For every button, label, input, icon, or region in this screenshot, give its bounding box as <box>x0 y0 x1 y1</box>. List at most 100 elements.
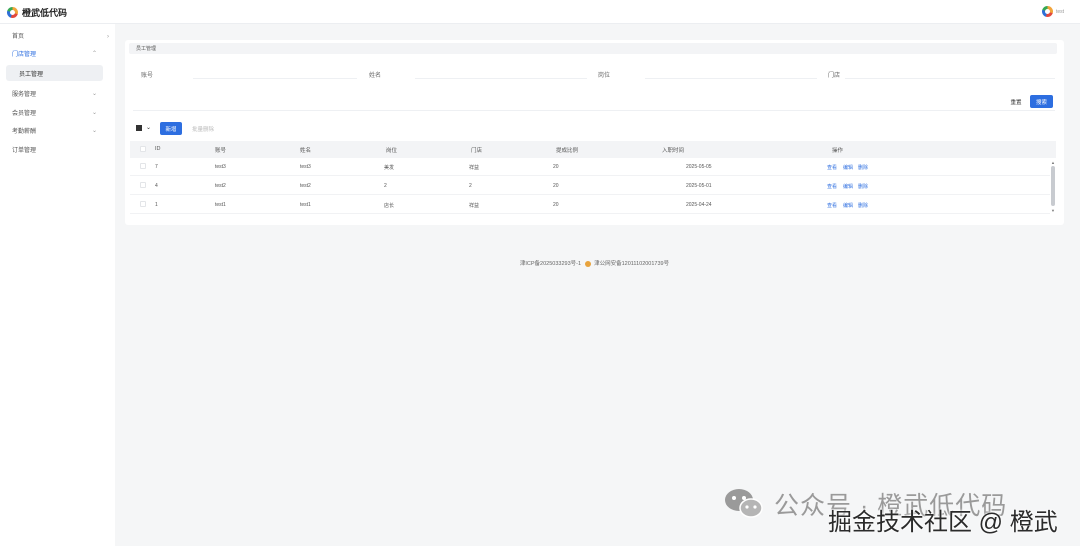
account-input[interactable] <box>193 67 357 79</box>
cell-account: test1 <box>215 202 226 208</box>
sidebar-item-label: 门店管理 <box>12 51 37 58</box>
chevron-up-icon: ⌃ <box>91 50 97 57</box>
table-header: ID 账号 姓名 岗位 门店 提成比例 入职时间 操作 <box>130 141 1056 158</box>
table-row: 1 test1 test1 店长 祥益 20 2025-04-24 查看 编辑 … <box>130 196 1050 214</box>
breadcrumb-current: 员工管理 <box>136 46 157 52</box>
column-header-actions: 操作 <box>832 148 844 154</box>
brand[interactable]: 橙武低代码 <box>7 6 67 19</box>
view-link[interactable]: 查看 <box>827 164 837 171</box>
sidebar-item-store-management[interactable]: 门店管理 ⌃ <box>0 44 115 62</box>
cell-name: test3 <box>300 164 311 170</box>
table-scrollbar[interactable]: ▲ ▼ <box>1050 160 1056 214</box>
cell-position: 2 <box>384 183 387 189</box>
sidebar-item-service-management[interactable]: 服务管理 ⌄ <box>0 84 115 102</box>
column-header-hire-date: 入职时间 <box>662 148 685 154</box>
cell-position: 店长 <box>384 203 395 209</box>
name-input[interactable] <box>415 67 587 79</box>
sidebar-item-label: 会员管理 <box>12 110 37 117</box>
column-header-name: 姓名 <box>300 148 312 154</box>
sidebar-item-order-management[interactable]: 订单管理 <box>0 140 115 158</box>
cell-store: 2 <box>469 183 472 189</box>
sidebar-item-label: 服务管理 <box>12 91 37 98</box>
delete-link[interactable]: 删除 <box>858 164 868 171</box>
logo-icon <box>7 7 18 18</box>
cell-store: 祥益 <box>469 203 480 209</box>
filter-label-store: 门店 <box>828 73 841 79</box>
filter-label-name: 姓名 <box>369 73 382 79</box>
filter-label-account: 账号 <box>141 73 154 79</box>
police-badge-icon <box>584 260 591 267</box>
user-menu[interactable]: test <box>1041 6 1064 17</box>
cell-id: 7 <box>155 164 158 170</box>
add-button[interactable]: 新增 <box>160 122 182 135</box>
user-name: test <box>1055 8 1064 15</box>
column-header-position: 岗位 <box>386 148 398 154</box>
content-card: 员工管理 账号 姓名 岗位 门店 重置 搜索 ⌄ 新增 批量删除 ID 账号 姓… <box>125 40 1064 225</box>
chevron-down-icon: ⌄ <box>91 90 97 97</box>
sidebar-item-attendance-salary[interactable]: 考勤薪酬 ⌄ <box>0 121 115 139</box>
column-header-id: ID <box>155 146 161 152</box>
view-link[interactable]: 查看 <box>827 202 837 209</box>
cell-position: 美发 <box>384 165 395 171</box>
watermark: 公众号 · 橙武低代码 掘金技术社区 @ 橙武 <box>724 484 1074 544</box>
icp-link[interactable]: 津ICP备2025033293号-1 <box>520 261 581 267</box>
scroll-up-icon[interactable]: ▲ <box>1051 160 1055 165</box>
scroll-down-icon[interactable]: ▼ <box>1051 208 1055 213</box>
column-header-account: 账号 <box>215 148 227 154</box>
chevron-down-icon: ⌄ <box>91 127 97 134</box>
sidebar-item-home[interactable]: 首页 <box>0 26 115 44</box>
cell-hire-date: 2025-05-05 <box>686 164 712 170</box>
view-link[interactable]: 查看 <box>827 183 837 190</box>
brand-name: 橙武低代码 <box>22 8 68 18</box>
reset-button[interactable]: 重置 <box>1005 95 1027 108</box>
select-all-checkbox[interactable] <box>140 146 146 152</box>
top-bar: 橙武低代码 test <box>0 0 1080 24</box>
breadcrumb: 员工管理 <box>129 43 1057 54</box>
cell-hire-date: 2025-04-24 <box>686 202 712 208</box>
row-checkbox[interactable] <box>140 182 146 188</box>
delete-link[interactable]: 删除 <box>858 202 868 209</box>
footer: 津ICP备2025033293号-1 津公网安备12011102001739号 <box>0 259 1080 267</box>
cell-account: test3 <box>215 164 226 170</box>
police-link[interactable]: 津公网安备12011102001739号 <box>594 261 669 267</box>
column-header-commission: 提成比例 <box>556 148 579 154</box>
row-checkbox[interactable] <box>140 163 146 169</box>
cell-account: test2 <box>215 183 226 189</box>
sidebar-item-label: 员工管理 <box>19 71 44 78</box>
sidebar-item-label: 考勤薪酬 <box>12 128 37 135</box>
search-button[interactable]: 搜索 <box>1030 95 1053 108</box>
table-row: 7 test3 test3 美发 祥益 20 2025-05-05 查看 编辑 … <box>130 158 1050 176</box>
scroll-thumb[interactable] <box>1051 166 1055 206</box>
cell-hire-date: 2025-05-01 <box>686 183 712 189</box>
edit-link[interactable]: 编辑 <box>843 164 853 171</box>
edit-link[interactable]: 编辑 <box>843 183 853 190</box>
cell-commission: 20 <box>553 183 559 189</box>
watermark-line2: 掘金技术社区 @ 橙武 <box>828 509 1058 536</box>
position-input[interactable] <box>645 67 817 79</box>
batch-delete-button[interactable]: 批量删除 <box>187 122 219 135</box>
sidebar: › 首页 门店管理 ⌃ 员工管理 服务管理 ⌄ 会员管理 ⌄ 考勤薪酬 ⌄ 订单… <box>0 24 115 546</box>
wechat-icon <box>725 489 763 518</box>
cell-commission: 20 <box>553 202 559 208</box>
cell-name: test2 <box>300 183 311 189</box>
divider <box>133 110 1055 111</box>
sidebar-item-member-management[interactable]: 会员管理 ⌄ <box>0 103 115 121</box>
table-row: 4 test2 test2 2 2 20 2025-05-01 查看 编辑 删除 <box>130 177 1050 195</box>
delete-link[interactable]: 删除 <box>858 183 868 190</box>
filter-label-position: 岗位 <box>598 73 611 79</box>
sidebar-item-employee-management[interactable]: 员工管理 <box>6 65 103 81</box>
cell-name: test1 <box>300 202 311 208</box>
chevron-down-icon: ⌄ <box>91 109 97 116</box>
sidebar-item-label: 首页 <box>12 33 25 40</box>
edit-link[interactable]: 编辑 <box>843 202 853 209</box>
avatar <box>1041 6 1053 17</box>
row-checkbox[interactable] <box>140 201 146 207</box>
cell-commission: 20 <box>553 164 559 170</box>
sidebar-item-label: 订单管理 <box>12 147 37 154</box>
cell-store: 祥益 <box>469 165 480 171</box>
store-select[interactable] <box>845 67 1055 79</box>
column-header-store: 门店 <box>471 148 483 154</box>
chevron-down-icon[interactable]: ⌄ <box>146 124 151 131</box>
grid-icon[interactable] <box>136 125 142 131</box>
cell-id: 1 <box>155 202 158 208</box>
